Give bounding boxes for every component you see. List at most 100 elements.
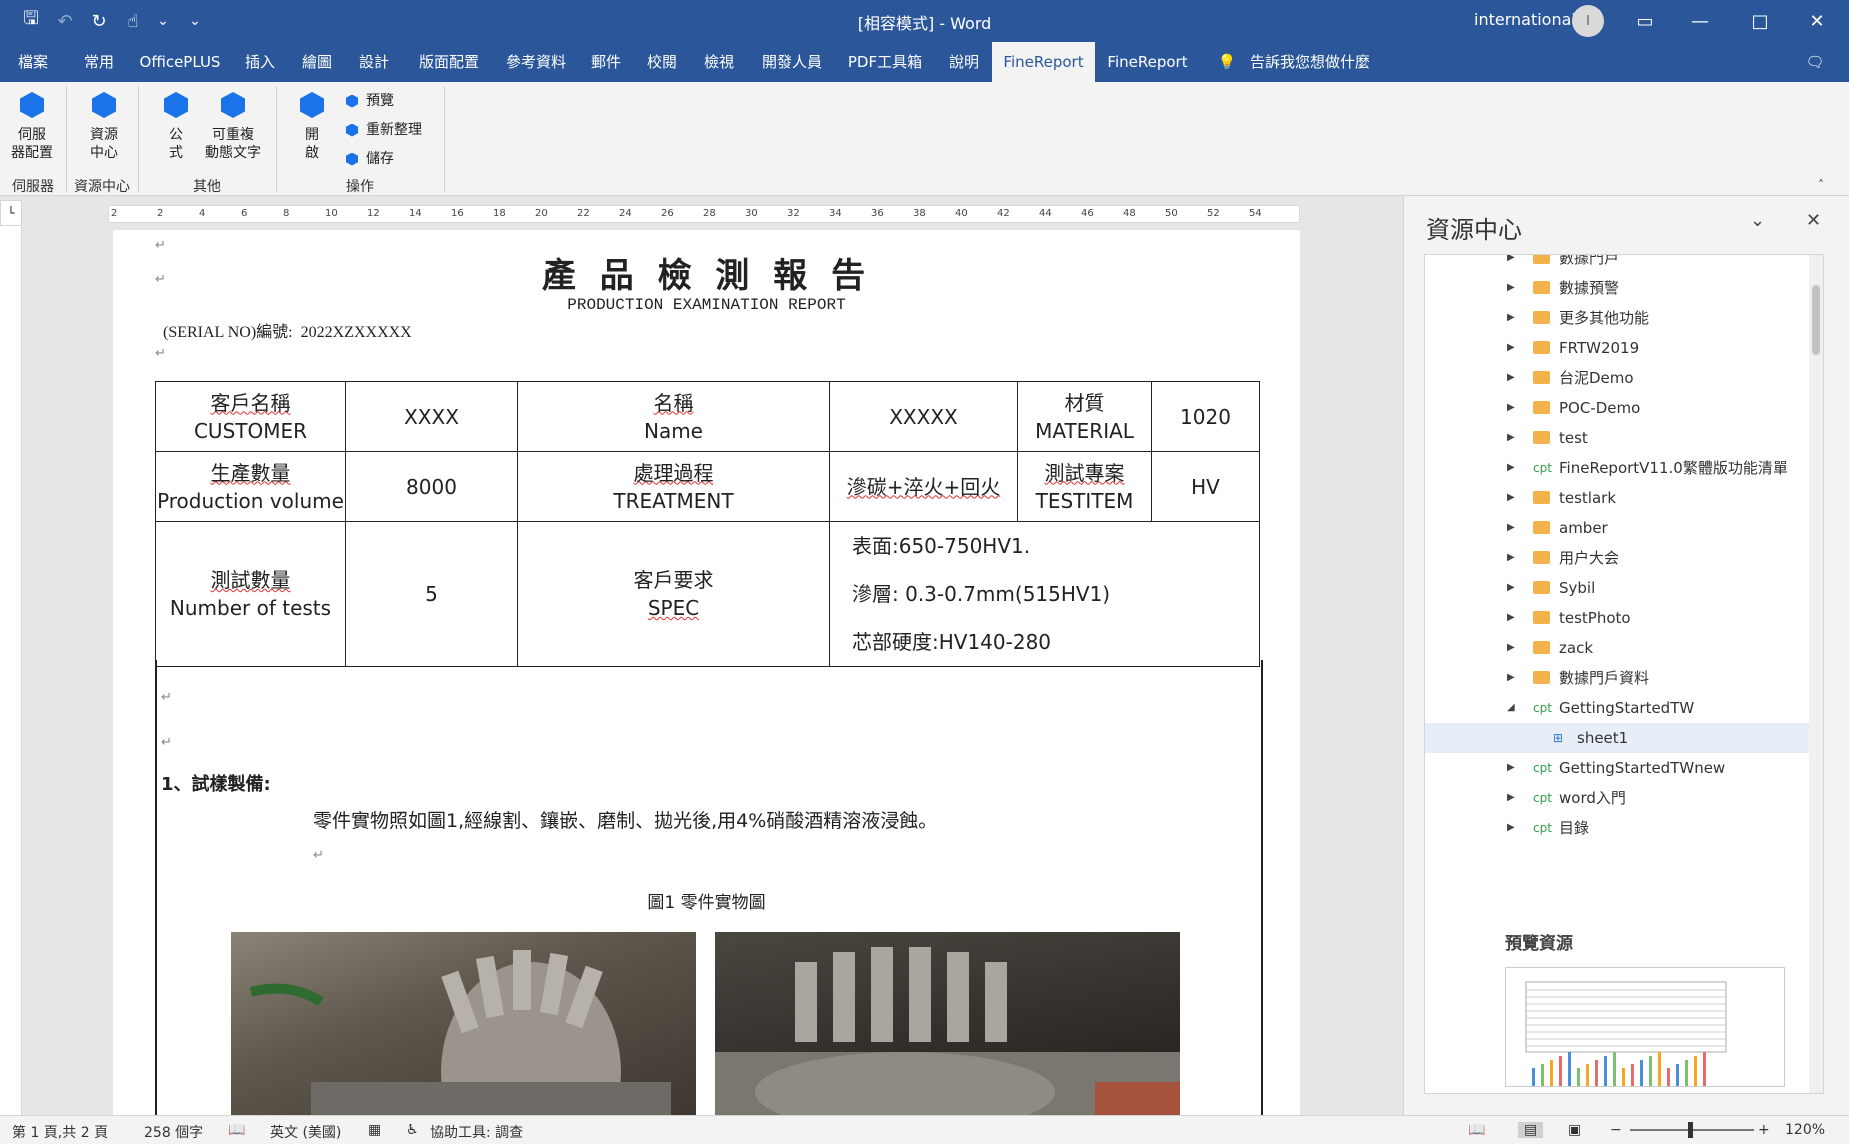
tree-item[interactable]: ▶ cpt word入門 (1425, 783, 1821, 813)
expand-arrow-icon[interactable]: ▶ (1507, 633, 1515, 663)
repeatable-dynamic-text-button[interactable]: 可重複 動態文字 (198, 92, 268, 162)
tree-scrollbar[interactable] (1809, 255, 1823, 1093)
tell-me-search[interactable]: 告訴我您想做什麼 (1245, 42, 1375, 82)
collapse-arrow-icon[interactable]: ◢ (1507, 693, 1515, 723)
accessibility-status[interactable]: 協助工具: 調查 (430, 1122, 523, 1142)
language[interactable]: 英文 (美國) (270, 1122, 341, 1142)
resource-center-button[interactable]: 資源 中心 (78, 92, 130, 162)
tab-finereport[interactable]: FineReport (1100, 42, 1195, 82)
expand-arrow-icon[interactable]: ▶ (1507, 513, 1515, 543)
panel-close-icon[interactable]: ✕ (1806, 210, 1821, 231)
zoom-slider-thumb[interactable] (1688, 1122, 1693, 1138)
macro-icon[interactable]: ▦ (368, 1122, 381, 1138)
document-page[interactable]: ↵ ↵ 產 品 檢 測 報 告 PRODUCTION EXAMINATION R… (113, 230, 1300, 1115)
tree-item[interactable]: ▶ zack (1425, 633, 1821, 663)
expand-arrow-icon[interactable]: ▶ (1507, 573, 1515, 603)
tab-view[interactable]: 檢視 (699, 42, 739, 82)
expand-arrow-icon[interactable]: ▶ (1507, 753, 1515, 783)
open-button[interactable]: 開 啟 (288, 92, 336, 162)
tests-value: 5 (345, 521, 518, 667)
collapse-ribbon-icon[interactable]: ˄ (1818, 178, 1824, 192)
horizontal-ruler[interactable]: 2 2 4 6 8 10 12 14 16 18 20 22 24 26 28 30 32 34 36 38 40 42 4… (108, 205, 1300, 223)
scrollbar-thumb[interactable] (1812, 285, 1820, 355)
refresh-button[interactable]: 重新整理 (346, 119, 422, 139)
preview-button[interactable]: 預覽 (346, 90, 394, 110)
tree-item[interactable]: ▶ 數據門戶資料 (1425, 663, 1821, 693)
tree-item[interactable]: ▶ testlark (1425, 483, 1821, 513)
tab-help[interactable]: 說明 (944, 42, 984, 82)
web-layout-icon[interactable]: ▣ (1568, 1122, 1581, 1138)
folder-icon (1533, 671, 1550, 684)
tree-item[interactable]: ▶ POC-Demo (1425, 393, 1821, 423)
word-count[interactable]: 258 個字 (144, 1122, 203, 1142)
avatar[interactable]: I (1572, 5, 1604, 37)
tree-item[interactable]: ▶ FRTW2019 (1425, 333, 1821, 363)
save-button[interactable]: 儲存 (346, 148, 394, 168)
print-layout-icon[interactable]: ▤ (1518, 1122, 1544, 1138)
tree-item[interactable]: ▶ cpt FineReportV11.0繁體版功能清單 (1425, 453, 1821, 483)
comments-icon[interactable]: 🗨 (1800, 42, 1830, 82)
tab-officeplus[interactable]: OfficePLUS (136, 42, 224, 82)
server-config-button[interactable]: 伺服 器配置 (6, 92, 58, 162)
tree-item[interactable]: ▶ 更多其他功能 (1425, 303, 1821, 333)
expand-arrow-icon[interactable]: ▶ (1507, 255, 1515, 273)
tab-finereport-active[interactable]: FineReport (992, 42, 1095, 82)
expand-arrow-icon[interactable]: ▶ (1507, 783, 1515, 813)
expand-arrow-icon[interactable]: ▶ (1507, 273, 1515, 303)
expand-arrow-icon[interactable]: ▶ (1507, 813, 1515, 843)
zoom-in-icon[interactable]: + (1758, 1122, 1770, 1138)
expand-arrow-icon[interactable]: ▶ (1507, 603, 1515, 633)
tab-review[interactable]: 校閱 (642, 42, 682, 82)
proofing-icon[interactable]: 📖 (228, 1122, 245, 1138)
expand-arrow-icon[interactable]: ▶ (1507, 453, 1515, 483)
user-name[interactable]: international (1474, 10, 1576, 29)
maximize-icon[interactable]: □ (1740, 6, 1780, 36)
tab-draw[interactable]: 繪圖 (297, 42, 337, 82)
expand-arrow-icon[interactable]: ▶ (1507, 423, 1515, 453)
accessibility-icon[interactable]: ♿ (406, 1122, 419, 1138)
expand-arrow-icon[interactable]: ▶ (1507, 303, 1515, 333)
tree-item[interactable]: ▶ cpt GettingStartedTWnew (1425, 753, 1821, 783)
expand-arrow-icon[interactable]: ▶ (1507, 333, 1515, 363)
expand-arrow-icon[interactable]: ▶ (1507, 393, 1515, 423)
tree-item[interactable]: ▶ 數據門戶 (1425, 255, 1821, 273)
tab-insert[interactable]: 插入 (240, 42, 280, 82)
expand-arrow-icon[interactable]: ▶ (1507, 543, 1515, 573)
tree-item-label: zack (1559, 639, 1593, 657)
tree-item[interactable]: ◢ cpt GettingStartedTW (1425, 693, 1821, 723)
tree-item[interactable]: ▶ 台泥Demo (1425, 363, 1821, 393)
zoom-level[interactable]: 120% (1785, 1122, 1825, 1138)
tab-selector-icon[interactable]: └ (0, 200, 22, 226)
ribbon-display-options-icon[interactable]: ▭ (1625, 6, 1665, 36)
tree-item[interactable]: ▶ 用户大会 (1425, 543, 1821, 573)
read-mode-icon[interactable]: 📖 (1468, 1122, 1485, 1138)
tree-item[interactable]: ▶ Sybil (1425, 573, 1821, 603)
lightbulb-icon[interactable]: 💡 (1215, 42, 1239, 82)
formula-button[interactable]: 公 式 (150, 92, 202, 162)
expand-arrow-icon[interactable]: ▶ (1507, 663, 1515, 693)
expand-arrow-icon[interactable]: ▶ (1507, 363, 1515, 393)
tab-mailings[interactable]: 郵件 (586, 42, 626, 82)
ruler-number: 14 (409, 208, 422, 219)
tab-design[interactable]: 設計 (354, 42, 394, 82)
tree-item[interactable]: ▶ testPhoto (1425, 603, 1821, 633)
tree-item[interactable]: ▶ amber (1425, 513, 1821, 543)
preview-thumbnail[interactable] (1505, 967, 1785, 1087)
tab-pdf-toolbox[interactable]: PDF工具箱 (842, 42, 928, 82)
expand-arrow-icon[interactable]: ▶ (1507, 483, 1515, 513)
close-icon[interactable]: ✕ (1797, 6, 1837, 36)
tab-references[interactable]: 參考資料 (500, 42, 572, 82)
tree-item[interactable]: ▶ cpt 目錄 (1425, 813, 1821, 843)
tab-layout[interactable]: 版面配置 (412, 42, 486, 82)
tree-item[interactable]: ▶ 數據預警 (1425, 273, 1821, 303)
tree-item[interactable]: ⊞ sheet1 (1425, 723, 1821, 753)
vertical-ruler[interactable] (0, 226, 22, 1116)
tab-home[interactable]: 常用 (76, 42, 122, 82)
tab-file[interactable]: 檔案 (10, 42, 56, 82)
tree-item[interactable]: ▶ test (1425, 423, 1821, 453)
zoom-out-icon[interactable]: − (1610, 1122, 1622, 1138)
panel-options-icon[interactable]: ⌄ (1750, 210, 1765, 231)
tab-developer[interactable]: 開發人員 (756, 42, 828, 82)
page-count[interactable]: 第 1 頁,共 2 頁 (12, 1122, 108, 1142)
minimize-icon[interactable]: — (1680, 6, 1720, 36)
